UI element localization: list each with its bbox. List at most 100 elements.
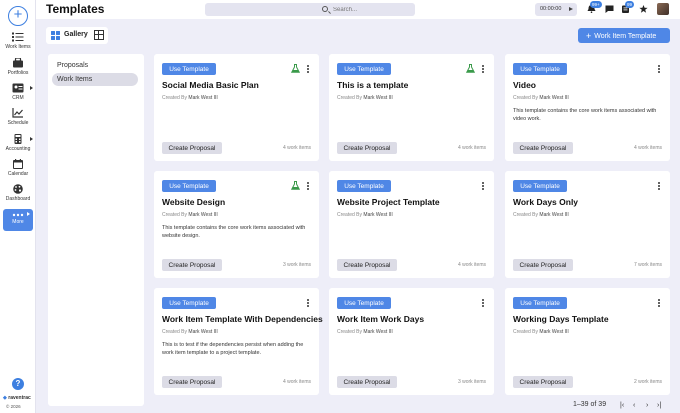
calculator-icon — [14, 134, 22, 144]
sidebar-item-more[interactable]: More — [3, 209, 33, 231]
use-template-button[interactable]: Use Template — [162, 180, 216, 192]
sidebar-item-schedule[interactable]: Schedule — [0, 108, 36, 126]
template-card[interactable]: Use Template This is a template Created By… — [329, 54, 494, 161]
template-card[interactable]: Use Template Work Item Template With Depe… — [154, 288, 323, 395]
flask-icon — [466, 64, 475, 73]
expand-caret-icon — [30, 137, 33, 141]
category-work-items[interactable]: Work Items — [52, 73, 138, 86]
add-work-item-template-button[interactable]: + Work Item Template — [578, 28, 670, 43]
category-panel: Proposals Work Items — [48, 54, 144, 406]
search-box[interactable] — [205, 3, 415, 16]
more-options-icon[interactable] — [658, 65, 661, 74]
chat-icon[interactable] — [605, 5, 614, 13]
calendar-icon — [13, 159, 23, 169]
template-card[interactable]: Use Template Social Media Basic Plan Creat… — [154, 54, 319, 161]
use-template-button[interactable]: Use Template — [162, 297, 216, 309]
template-card[interactable]: Use Template Work Item Work Days Created B… — [329, 288, 494, 395]
timer-value: 00:00:00 — [540, 6, 562, 12]
last-page-icon[interactable]: ›| — [657, 402, 661, 409]
use-template-button[interactable]: Use Template — [513, 297, 567, 309]
work-item-count: 4 work items — [457, 262, 486, 268]
sidebar-item-portfolios[interactable]: Portfolios — [0, 58, 36, 76]
left-rail: + Work Items Portfolios CRM Schedule Acc… — [0, 0, 36, 413]
more-options-icon[interactable] — [307, 182, 310, 191]
template-card[interactable]: Use Template Working Days Template Created… — [505, 288, 670, 395]
card-title: Work Item Template With Dependencies — [162, 314, 323, 324]
sidebar-item-label: More — [12, 219, 24, 225]
next-page-icon[interactable]: › — [646, 402, 648, 409]
sidebar-item-label: Schedule — [7, 120, 29, 126]
create-plus-button[interactable]: + — [8, 6, 28, 26]
gallery-view-label[interactable]: Gallery — [64, 31, 88, 38]
work-item-count: 2 work items — [633, 379, 662, 385]
card-description: This is to test if the dependencies pers… — [162, 342, 304, 356]
sidebar-item-crm[interactable]: CRM — [0, 83, 36, 101]
more-options-icon[interactable] — [658, 299, 661, 308]
card-title: This is a template — [337, 80, 409, 90]
sidebar-item-calendar[interactable]: Calendar — [0, 159, 36, 177]
top-bar: Templates 00:00:00 99+ 99 — [36, 0, 680, 19]
template-card[interactable]: Use Template Work Days Only Created By Mar… — [505, 171, 670, 278]
work-item-count: 4 work items — [282, 145, 311, 151]
create-proposal-button[interactable]: Create Proposal — [513, 376, 573, 388]
card-title: Video — [513, 80, 536, 90]
more-options-icon[interactable] — [307, 65, 310, 74]
use-template-button[interactable]: Use Template — [337, 180, 391, 192]
sidebar-item-accounting[interactable]: Accounting — [0, 134, 36, 152]
use-template-button[interactable]: Use Template — [513, 180, 567, 192]
sidebar-item-work-items[interactable]: Work Items — [0, 32, 36, 50]
play-icon[interactable] — [569, 7, 573, 11]
card-author: Created By Mark West III — [337, 212, 393, 218]
template-card[interactable]: Use Template Video Created By Mark West II… — [505, 54, 670, 161]
sidebar-item-label: Calendar — [7, 171, 29, 177]
card-title: Work Item Work Days — [337, 314, 425, 324]
create-proposal-button[interactable]: Create Proposal — [162, 376, 222, 388]
create-proposal-button[interactable]: Create Proposal — [162, 259, 222, 271]
help-button[interactable]: ? — [12, 378, 24, 390]
star-icon[interactable] — [639, 5, 648, 13]
sidebar-item-label: Work Items — [5, 44, 31, 50]
use-template-button[interactable]: Use Template — [337, 297, 391, 309]
checklist-icon — [12, 32, 24, 42]
sidebar-item-label: CRM — [12, 95, 24, 101]
template-card[interactable]: Use Template Website Project Template Crea… — [329, 171, 494, 278]
view-switcher: Gallery — [46, 27, 108, 44]
create-proposal-button[interactable]: Create Proposal — [513, 259, 573, 271]
table-view-icon[interactable] — [94, 30, 104, 40]
search-input[interactable] — [333, 4, 413, 15]
work-item-count: 4 work items — [457, 145, 486, 151]
more-options-icon[interactable] — [482, 65, 485, 74]
first-page-icon[interactable]: |‹ — [620, 402, 624, 409]
sidebar-item-label: Accounting — [5, 146, 31, 152]
sidebar-item-label: Dashboard — [5, 196, 31, 202]
create-proposal-button[interactable]: Create Proposal — [513, 142, 573, 154]
create-proposal-button[interactable]: Create Proposal — [337, 259, 397, 271]
category-proposals[interactable]: Proposals — [52, 59, 138, 72]
card-author: Created By Mark West III — [337, 329, 393, 335]
sidebar-item-dashboard[interactable]: Dashboard — [0, 184, 36, 202]
contact-card-icon — [12, 83, 24, 93]
flask-icon — [291, 181, 300, 190]
create-proposal-button[interactable]: Create Proposal — [162, 142, 222, 154]
use-template-button[interactable]: Use Template — [337, 63, 391, 75]
more-options-icon[interactable] — [307, 299, 310, 308]
create-proposal-button[interactable]: Create Proposal — [337, 376, 397, 388]
card-author: Created By Mark West III — [162, 212, 218, 218]
use-template-button[interactable]: Use Template — [162, 63, 216, 75]
card-title: Website Design — [162, 197, 226, 207]
more-options-icon[interactable] — [482, 182, 485, 191]
use-template-button[interactable]: Use Template — [513, 63, 567, 75]
user-avatar[interactable] — [657, 3, 669, 15]
time-tracker[interactable]: 00:00:00 — [535, 3, 577, 16]
work-item-count: 3 work items — [282, 262, 311, 268]
more-options-icon[interactable] — [658, 182, 661, 191]
expand-caret-icon — [30, 86, 33, 90]
create-proposal-button[interactable]: Create Proposal — [337, 142, 397, 154]
work-item-count: 7 work items — [633, 262, 662, 268]
card-author: Created By Mark West III — [162, 95, 218, 101]
more-dots-icon — [12, 213, 24, 217]
previous-page-icon[interactable]: ‹ — [633, 402, 635, 409]
gallery-view-icon[interactable] — [51, 31, 60, 40]
template-card[interactable]: Use Template Website Design Created By Mar… — [154, 171, 319, 278]
more-options-icon[interactable] — [482, 299, 485, 308]
